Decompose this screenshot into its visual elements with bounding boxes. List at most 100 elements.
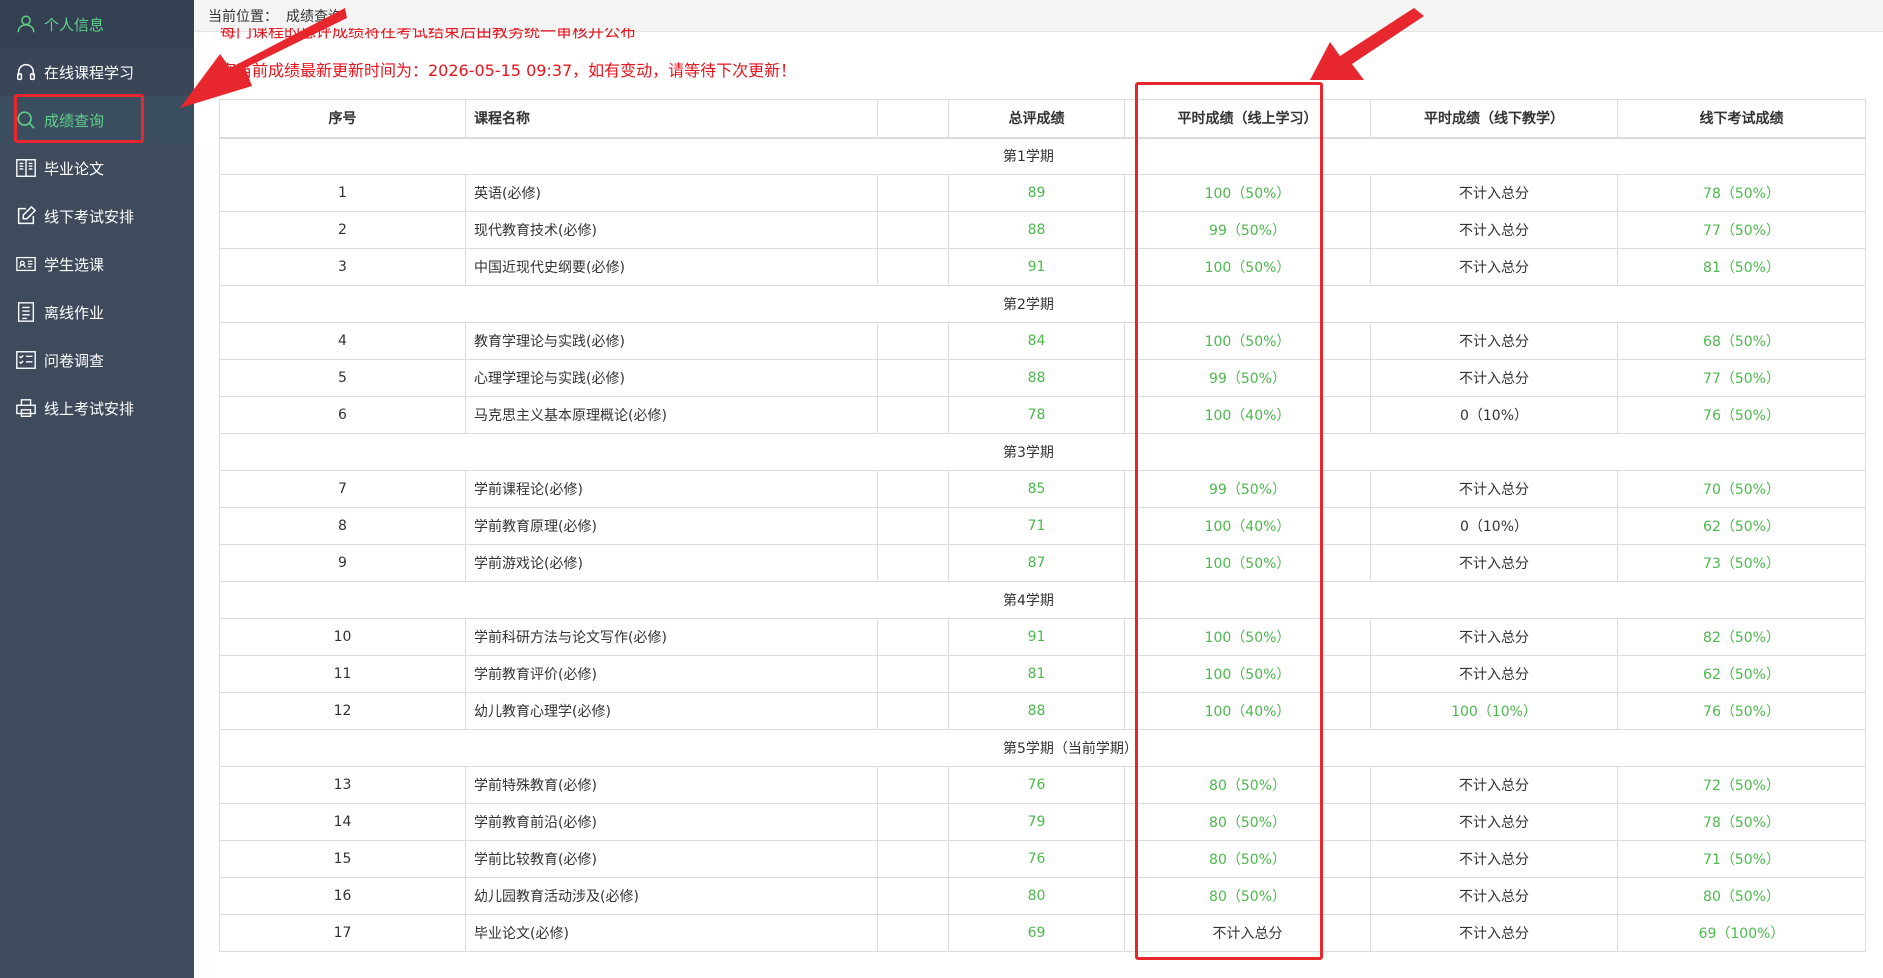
cell-total-score: 89 — [948, 174, 1125, 212]
sidebar-item-4[interactable]: 毕业论文 — [0, 144, 194, 192]
cell-online-score: 100（40%） — [1124, 396, 1371, 434]
sidebar-item-2[interactable]: 在线课程学习 — [0, 48, 194, 96]
cell-offline-score: 不计入总分 — [1370, 840, 1618, 878]
cell-offline-score: 不计入总分 — [1370, 248, 1618, 286]
cell-offline-score: 不计入总分 — [1370, 470, 1618, 508]
cell-total-score: 88 — [948, 692, 1125, 730]
cell-no: 14 — [219, 803, 466, 841]
term-row: 第4学期 — [219, 581, 1866, 619]
term-label: 第4学期 — [219, 581, 1866, 619]
table-row: 1 英语(必修) 89 100（50%） 不计入总分 78（50%） — [219, 174, 1866, 212]
user-icon — [14, 12, 38, 36]
table-header-row: 序号 课程名称 总评成绩 平时成绩（线上学习） 平时成绩（线下教学） 线下考试成… — [219, 99, 1866, 139]
cell-offline-score: 不计入总分 — [1370, 618, 1618, 656]
sidebar-item-label: 在线课程学习 — [44, 63, 135, 82]
header-exam-score: 线下考试成绩 — [1617, 99, 1866, 139]
cell-no: 8 — [219, 507, 466, 545]
term-label: 第3学期 — [219, 433, 1866, 471]
checklist-icon — [14, 348, 38, 372]
cell-exam-score: 69（100%） — [1617, 914, 1866, 952]
cell-offline-score: 不计入总分 — [1370, 322, 1618, 360]
sidebar-item-5[interactable]: 线下考试安排 — [0, 192, 194, 240]
table-row: 7 学前课程论(必修) 85 99（50%） 不计入总分 70（50%） — [219, 470, 1866, 508]
cell-empty — [877, 359, 949, 397]
cell-exam-score: 62（50%） — [1617, 655, 1866, 693]
sidebar-item-1[interactable]: 个人信息 — [0, 0, 194, 48]
sidebar-item-label: 个人信息 — [44, 15, 105, 34]
cell-empty — [877, 655, 949, 693]
cell-offline-score: 不计入总分 — [1370, 914, 1618, 952]
table-row: 3 中国近现代史纲要(必修) 91 100（50%） 不计入总分 81（50%） — [219, 248, 1866, 286]
cell-total-score: 84 — [948, 322, 1125, 360]
cell-no: 9 — [219, 544, 466, 582]
cell-online-score: 100（50%） — [1124, 655, 1371, 693]
cell-online-score: 100（40%） — [1124, 507, 1371, 545]
cell-offline-score: 不计入总分 — [1370, 544, 1618, 582]
cell-course-name: 学前游戏论(必修) — [465, 544, 878, 582]
cell-course-name: 毕业论文(必修) — [465, 914, 878, 952]
cell-course-name: 学前教育评价(必修) — [465, 655, 878, 693]
cell-total-score: 71 — [948, 507, 1125, 545]
cell-online-score: 99（50%） — [1124, 470, 1371, 508]
cell-exam-score: 81（50%） — [1617, 248, 1866, 286]
cell-total-score: 88 — [948, 211, 1125, 249]
cell-exam-score: 78（50%） — [1617, 803, 1866, 841]
cell-online-score: 100（50%） — [1124, 544, 1371, 582]
cell-empty — [877, 322, 949, 360]
main-content: 当前位置： 成绩查询 每门课程的总评成绩将在考试结束后由教务统一审核并公布 您当… — [194, 0, 1883, 978]
term-row: 第5学期（当前学期） — [219, 729, 1866, 767]
cell-no: 16 — [219, 877, 466, 915]
cell-empty — [877, 877, 949, 915]
cell-empty — [877, 507, 949, 545]
sidebar-item-8[interactable]: 问卷调查 — [0, 336, 194, 384]
cell-course-name: 心理学理论与实践(必修) — [465, 359, 878, 397]
notice-line-2: 您当前成绩最新更新时间为：2026-05-15 09:37，如有变动，请等待下次… — [220, 61, 797, 80]
cell-course-name: 学前比较教育(必修) — [465, 840, 878, 878]
cell-course-name: 幼儿教育心理学(必修) — [465, 692, 878, 730]
cell-offline-score: 0（10%） — [1370, 396, 1618, 434]
sidebar-item-3[interactable]: 成绩查询 — [0, 96, 194, 144]
cell-course-name: 学前课程论(必修) — [465, 470, 878, 508]
term-label: 第5学期（当前学期） — [219, 729, 1866, 767]
header-course-name: 课程名称 — [465, 99, 878, 139]
table-row: 14 学前教育前沿(必修) 79 80（50%） 不计入总分 78（50%） — [219, 803, 1866, 841]
header-total-score: 总评成绩 — [948, 99, 1125, 139]
cell-no: 3 — [219, 248, 466, 286]
cell-no: 4 — [219, 322, 466, 360]
cell-total-score: 85 — [948, 470, 1125, 508]
table-row: 13 学前特殊教育(必修) 76 80（50%） 不计入总分 72（50%） — [219, 766, 1866, 804]
table-row: 10 学前科研方法与论文写作(必修) 91 100（50%） 不计入总分 82（50%） — [219, 618, 1866, 656]
sidebar-item-label: 毕业论文 — [44, 159, 105, 178]
sidebar-item-label: 学生选课 — [44, 255, 105, 274]
cell-total-score: 76 — [948, 766, 1125, 804]
table-row: 2 现代教育技术(必修) 88 99（50%） 不计入总分 77（50%） — [219, 211, 1866, 249]
cell-no: 6 — [219, 396, 466, 434]
cell-exam-score: 68（50%） — [1617, 322, 1866, 360]
search-icon — [14, 108, 38, 132]
table-row: 9 学前游戏论(必修) 87 100（50%） 不计入总分 73（50%） — [219, 544, 1866, 582]
cell-offline-score: 100（10%） — [1370, 692, 1618, 730]
sidebar-item-6[interactable]: 学生选课 — [0, 240, 194, 288]
cell-no: 17 — [219, 914, 466, 952]
sidebar-item-9[interactable]: 线上考试安排 — [0, 384, 194, 432]
cell-course-name: 学前特殊教育(必修) — [465, 766, 878, 804]
cell-empty — [877, 914, 949, 952]
cell-exam-score: 62（50%） — [1617, 507, 1866, 545]
cell-offline-score: 不计入总分 — [1370, 803, 1618, 841]
cell-no: 12 — [219, 692, 466, 730]
cell-offline-score: 不计入总分 — [1370, 359, 1618, 397]
cell-exam-score: 71（50%） — [1617, 840, 1866, 878]
cell-offline-score: 不计入总分 — [1370, 211, 1618, 249]
cell-total-score: 81 — [948, 655, 1125, 693]
table-row: 5 心理学理论与实践(必修) 88 99（50%） 不计入总分 77（50%） — [219, 359, 1866, 397]
id-card-icon — [14, 252, 38, 276]
table-row: 16 幼儿园教育活动涉及(必修) 80 80（50%） 不计入总分 80（50%） — [219, 877, 1866, 915]
sidebar-item-7[interactable]: 离线作业 — [0, 288, 194, 336]
notice-line-1: 每门课程的总评成绩将在考试结束后由教务统一审核并公布 — [220, 28, 636, 44]
cell-course-name: 现代教育技术(必修) — [465, 211, 878, 249]
table-row: 15 学前比较教育(必修) 76 80（50%） 不计入总分 71（50%） — [219, 840, 1866, 878]
table-row: 4 教育学理论与实践(必修) 84 100（50%） 不计入总分 68（50%） — [219, 322, 1866, 360]
header-online-score: 平时成绩（线上学习） — [1124, 99, 1371, 139]
cell-course-name: 教育学理论与实践(必修) — [465, 322, 878, 360]
cell-total-score: 80 — [948, 877, 1125, 915]
